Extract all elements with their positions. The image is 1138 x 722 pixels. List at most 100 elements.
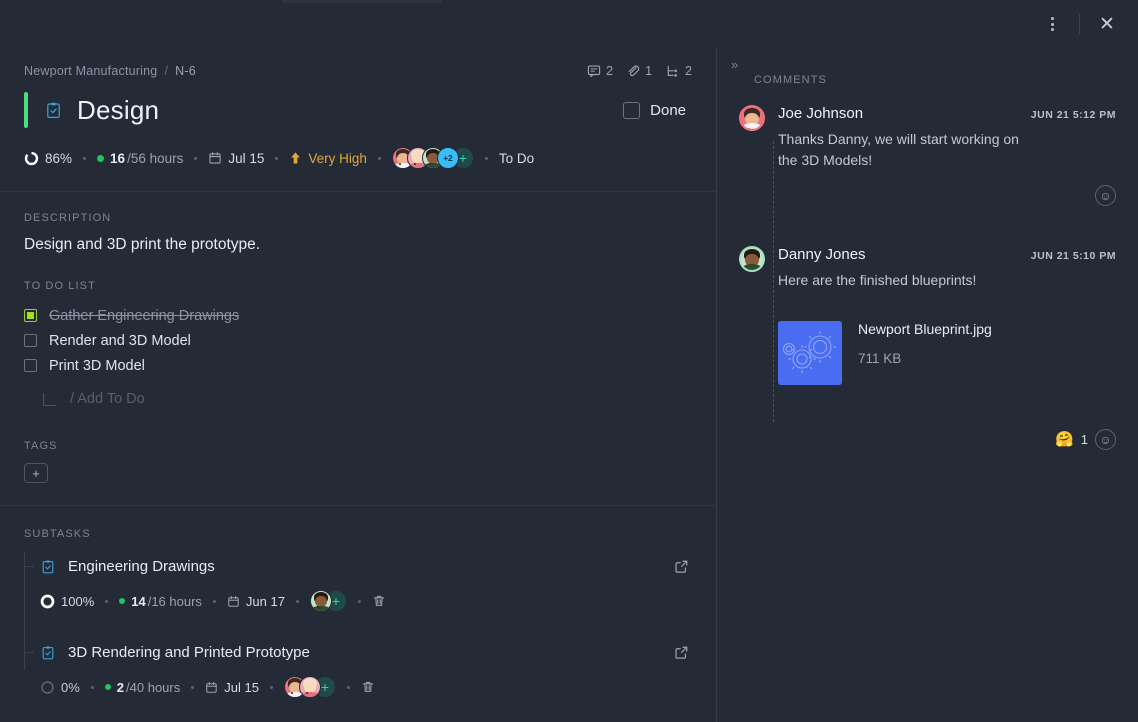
breadcrumb-task-id[interactable]: N-6 xyxy=(175,64,196,78)
assignee-avatars: + xyxy=(284,676,336,698)
avatar[interactable] xyxy=(739,246,765,272)
meta-separator xyxy=(378,157,381,160)
avatar[interactable] xyxy=(739,105,765,131)
todo-item-label: Gather Engineering Drawings xyxy=(49,308,239,324)
comment-item: Danny Jones JUN 21 5:10 PM Here are the … xyxy=(739,246,1116,291)
todo-section: TO DO LIST Gather Engineering Drawings R… xyxy=(0,254,716,414)
blueprint-gears-image xyxy=(778,321,842,385)
avatar[interactable] xyxy=(299,676,321,698)
hug-emoji-icon[interactable]: 🤗 xyxy=(1055,432,1074,447)
hours-meta[interactable]: 2 /40 hours xyxy=(105,680,180,695)
progress-meta[interactable]: 100% xyxy=(40,594,94,609)
hours-meta[interactable]: 14 /16 hours xyxy=(119,594,202,609)
add-todo-row[interactable]: / Add To Do xyxy=(24,384,692,414)
todo-checkbox[interactable] xyxy=(24,359,37,372)
breadcrumb-separator: / xyxy=(164,64,168,78)
subtask-title-group: Engineering Drawings xyxy=(40,558,215,575)
status-meta[interactable]: To Do xyxy=(499,151,534,166)
attachment-filesize: 711 KB xyxy=(858,351,992,366)
comments-header: COMMENTS xyxy=(739,74,1116,86)
description-text[interactable]: Design and 3D print the prototype. xyxy=(24,236,692,254)
hours-dot-icon xyxy=(119,598,125,604)
progress-ring-icon xyxy=(24,151,39,166)
open-subtask-icon[interactable] xyxy=(671,556,692,577)
task-header: Newport Manufacturing / N-6 2 xyxy=(0,48,716,192)
comment-body: Danny Jones JUN 21 5:10 PM Here are the … xyxy=(778,246,1116,291)
breadcrumb-project[interactable]: Newport Manufacturing xyxy=(24,64,157,78)
comment-count-value: 2 xyxy=(606,64,613,78)
task-main-pane: Newport Manufacturing / N-6 2 xyxy=(0,48,716,722)
task-type-icon xyxy=(40,645,56,661)
attachment-item: Newport Blueprint.jpg 711 KB xyxy=(739,321,1116,385)
calendar-icon xyxy=(208,151,222,165)
due-date-meta[interactable]: Jul 15 xyxy=(208,151,264,166)
done-toggle[interactable]: Done xyxy=(623,102,692,119)
progress-meta[interactable]: 86% xyxy=(24,151,72,166)
task-counts: 2 1 xyxy=(587,64,692,78)
hours-total: /16 hours xyxy=(148,594,202,609)
subtask-title[interactable]: Engineering Drawings xyxy=(68,558,215,575)
window-topbar: ✕ xyxy=(0,0,1138,48)
done-checkbox[interactable] xyxy=(623,102,640,119)
attachment-count[interactable]: 1 xyxy=(626,64,652,78)
add-reaction-icon[interactable]: ☺ xyxy=(1095,429,1116,450)
assignee-avatars: + xyxy=(310,590,347,612)
todo-list: Gather Engineering Drawings Render and 3… xyxy=(24,303,692,414)
subtask-meta-row: 0% 2 /40 hours xyxy=(40,676,692,698)
avatar[interactable] xyxy=(310,590,332,612)
comment-count[interactable]: 2 xyxy=(587,64,613,78)
due-date-meta[interactable]: Jun 17 xyxy=(227,594,285,609)
attachment-thumbnail[interactable] xyxy=(778,321,842,385)
hours-total: /40 hours xyxy=(126,680,180,695)
avatar-overflow[interactable]: +2 xyxy=(437,147,459,169)
progress-value: 100% xyxy=(61,594,94,609)
comment-author[interactable]: Danny Jones xyxy=(778,246,866,263)
comments-pane: » COMMENTS Joe Johnson JUN 21 5:12 PM xyxy=(717,48,1138,722)
add-tag-button[interactable]: + xyxy=(24,463,48,483)
todo-checkbox[interactable] xyxy=(24,334,37,347)
todo-checkbox[interactable] xyxy=(24,309,37,322)
subtask-icon xyxy=(665,64,680,78)
todo-item[interactable]: Print 3D Model xyxy=(24,353,692,378)
due-date-value: Jun 17 xyxy=(246,594,285,609)
meta-separator xyxy=(191,686,194,689)
subtask-title-row: 3D Rendering and Printed Prototype xyxy=(40,642,692,663)
status-accent-bar xyxy=(24,92,28,128)
progress-meta[interactable]: 0% xyxy=(40,680,80,695)
open-subtask-icon[interactable] xyxy=(671,642,692,663)
add-reaction-icon[interactable]: ☺ xyxy=(1095,185,1116,206)
delete-subtask-button[interactable] xyxy=(361,680,375,694)
priority-meta[interactable]: Very High xyxy=(289,151,367,166)
assignee-avatars: +2 + xyxy=(392,147,474,169)
todo-item[interactable]: Render and 3D Model xyxy=(24,328,692,353)
progress-ring-icon xyxy=(40,594,55,609)
comment-thread: Joe Johnson JUN 21 5:12 PM Thanks Danny,… xyxy=(739,105,1116,450)
subtask-count[interactable]: 2 xyxy=(665,64,692,78)
due-date-meta[interactable]: Jul 15 xyxy=(205,680,259,695)
comment-item: Joe Johnson JUN 21 5:12 PM Thanks Danny,… xyxy=(739,105,1116,206)
hours-total: /56 hours xyxy=(127,151,183,166)
hours-dot-icon xyxy=(105,684,111,690)
subtask-title[interactable]: 3D Rendering and Printed Prototype xyxy=(68,644,310,661)
task-type-icon xyxy=(44,101,63,120)
collapse-panel-button[interactable]: » xyxy=(725,54,742,75)
drag-handle[interactable] xyxy=(282,0,442,3)
breadcrumb-row: Newport Manufacturing / N-6 2 xyxy=(24,64,692,78)
delete-subtask-button[interactable] xyxy=(372,594,386,608)
meta-separator xyxy=(270,686,273,689)
subtask-meta-row: 100% 14 /16 hours xyxy=(40,590,692,612)
hours-logged: 16 xyxy=(110,151,125,166)
attachment-filename[interactable]: Newport Blueprint.jpg xyxy=(858,321,992,337)
todo-item[interactable]: Gather Engineering Drawings xyxy=(24,303,692,328)
meta-separator xyxy=(83,157,86,160)
page-title: Design xyxy=(77,95,159,126)
comment-author[interactable]: Joe Johnson xyxy=(778,105,863,122)
hours-meta[interactable]: 16 /56 hours xyxy=(97,151,183,166)
paperclip-icon xyxy=(626,64,640,78)
progress-ring-icon xyxy=(40,680,55,695)
close-button[interactable]: ✕ xyxy=(1090,7,1124,41)
close-icon: ✕ xyxy=(1099,15,1115,34)
comment-text: Thanks Danny, we will start working on t… xyxy=(778,129,1028,171)
priority-value: Very High xyxy=(308,151,367,166)
more-options-button[interactable] xyxy=(1035,7,1069,41)
